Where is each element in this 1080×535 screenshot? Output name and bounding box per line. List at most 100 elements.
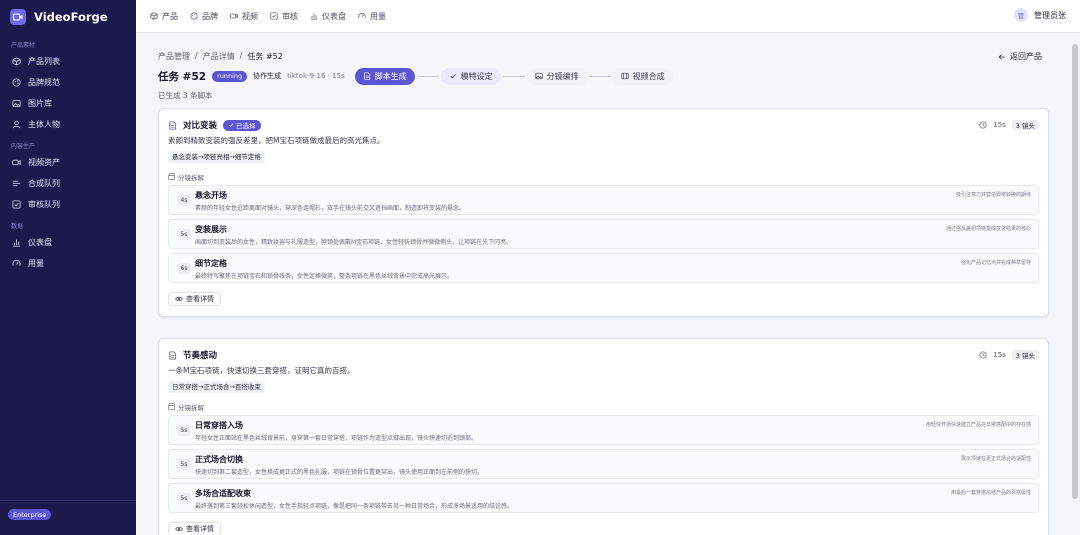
shot-description: 最终特写聚焦在项链宝石和锁骨线条，女性定格微笑，整条项链在黑色丝绒背景中完成高光… bbox=[195, 273, 454, 280]
gauge-icon bbox=[12, 260, 21, 266]
clock-icon bbox=[979, 351, 987, 359]
shot-title: 正式场合切换 bbox=[195, 455, 243, 464]
sidebar-item-video-assets[interactable]: 视频资产 bbox=[0, 152, 136, 173]
gauge-icon bbox=[358, 12, 366, 19]
breakdown-heading: 分镜拆解 bbox=[168, 172, 1039, 182]
box-icon bbox=[12, 57, 21, 66]
breakdown-label: 分镜拆解 bbox=[178, 403, 204, 412]
document-icon bbox=[363, 72, 370, 80]
sidebar-section-materials: 产品素材 产品列表 品牌规范 图片库 主体人物 bbox=[0, 40, 136, 135]
shot-title: 多场合适配收束 bbox=[195, 489, 251, 498]
sidebar-item-dashboard[interactable]: 仪表盘 bbox=[0, 232, 136, 253]
sidebar-item-label: 用量 bbox=[28, 259, 44, 268]
shot-item[interactable]: 5s 日常穿搭入场 年轻女性正面站在黑色丝绒背景前，身穿第一套日常穿搭，项链作为… bbox=[168, 415, 1039, 445]
box-icon bbox=[150, 12, 158, 20]
script-duration: 15s bbox=[993, 351, 1006, 359]
topnav-video[interactable]: 视频 bbox=[230, 11, 258, 22]
sidebar: VideoForge 产品素材 产品列表 品牌规范 图片库 主体人物 内容生产 … bbox=[0, 0, 136, 535]
topnav-usage[interactable]: 用量 bbox=[358, 11, 386, 22]
shot-purpose: 用轻快开场快速建立产品在日常搭配中的存在感 bbox=[925, 422, 1031, 428]
bar-chart-icon bbox=[310, 13, 318, 20]
step-label: 脚本生成 bbox=[374, 71, 407, 81]
shot-item[interactable]: 5s 正式场合切换 快速切到第二套造型，女性换成更正式的黑色礼服，项链在锁骨位置… bbox=[168, 449, 1039, 479]
shot-description: 快速切到第二套造型，女性换成更正式的黑色礼服，项链在锁骨位置更突出，镜头使用正面… bbox=[195, 469, 484, 476]
step-video-compose[interactable]: 视频合成 bbox=[612, 67, 673, 85]
card-meta: 15s 3 镜头 bbox=[979, 120, 1039, 130]
step-progress: 脚本生成 模特设定 分镜编排 视频合成 bbox=[354, 67, 673, 85]
card-meta: 15s 3 镜头 bbox=[979, 350, 1039, 360]
step-connector bbox=[502, 75, 525, 77]
shot-item[interactable]: 4s 悬念开场 素颜的年轻女性近距离面对镜头，穿深色连帽衫，双手在镜头前交叉遮挡… bbox=[168, 185, 1039, 215]
script-flow-tag: 日常穿搭→正式场合→百搭收束 bbox=[168, 381, 265, 393]
topnav-products[interactable]: 产品 bbox=[150, 11, 178, 22]
sidebar-item-compose-queue[interactable]: 合成队列 bbox=[0, 173, 136, 194]
topnav-label: 审核 bbox=[282, 11, 298, 21]
shot-duration: 5s bbox=[177, 493, 191, 504]
sidebar-section-title: 数据 bbox=[11, 223, 24, 230]
sidebar-section-data: 数据 仪表盘 用量 bbox=[0, 221, 136, 274]
shot-purpose: 吸引注意力并营造即将转换的期待 bbox=[955, 192, 1031, 198]
breadcrumb-current: 任务 #52 bbox=[247, 52, 283, 61]
script-card[interactable]: 对比变装 已选择 15s 3 镜头 素颜到精致变装的强反差里，把M宝石项链做成最… bbox=[158, 108, 1049, 317]
back-to-product-link[interactable]: 返回产品 bbox=[998, 51, 1042, 62]
app-name: VideoForge bbox=[34, 10, 108, 24]
image-icon bbox=[535, 72, 543, 80]
topnav-label: 产品 bbox=[162, 11, 178, 21]
main-content: 产品管理 / 产品详情 / 任务 #52 返回产品 任务 #52 running… bbox=[136, 34, 1070, 535]
step-label: 视频合成 bbox=[632, 71, 665, 81]
user-menu[interactable]: 管 管理员张 bbox=[1014, 8, 1066, 22]
step-connector bbox=[416, 75, 439, 77]
breadcrumb-item[interactable]: 产品详情 bbox=[203, 51, 235, 62]
shot-item[interactable]: 5s 变装展示 画面切到变装后的女性，精致妆容与礼服造型，脖颈处佩戴M宝石项链，… bbox=[168, 219, 1039, 249]
shot-purpose: 通过强反差把项链变成变装结果的核心 bbox=[945, 226, 1031, 232]
shot-description: 最终落到第三套轻松休闲造型，女性手指轻点项链，像是把同一条项链带去另一种日常场合… bbox=[195, 503, 514, 510]
topnav-label: 用量 bbox=[370, 11, 386, 21]
brand[interactable]: VideoForge bbox=[0, 0, 136, 34]
user-name: 管理员张 bbox=[1034, 10, 1066, 20]
step-storyboard[interactable]: 分镜编排 bbox=[526, 67, 587, 85]
sidebar-item-products[interactable]: 产品列表 bbox=[0, 51, 136, 72]
topnav-dashboard[interactable]: 仪表盘 bbox=[310, 11, 346, 22]
breadcrumb: 产品管理 / 产品详情 / 任务 #52 bbox=[158, 51, 283, 62]
arrow-left-icon bbox=[998, 53, 1005, 60]
shot-item[interactable]: 6s 细节定格 最终特写聚焦在项链宝石和锁骨线条，女性定格微笑，整条项链在黑色丝… bbox=[168, 253, 1039, 283]
topnav-label: 视频 bbox=[242, 11, 258, 21]
scrollbar-thumb[interactable] bbox=[1072, 44, 1078, 499]
script-flow-tag: 悬念变装→项链亮相→细节定格 bbox=[168, 151, 265, 163]
shot-item[interactable]: 5s 多场合适配收束 最终落到第三套轻松休闲造型，女性手指轻点项链，像是把同一条… bbox=[168, 483, 1039, 513]
breadcrumb-separator: / bbox=[239, 51, 243, 60]
eye-icon bbox=[175, 296, 183, 302]
step-model-setup[interactable]: 模特设定 bbox=[440, 67, 501, 85]
breakdown-label: 分镜拆解 bbox=[178, 173, 204, 182]
step-script-generation[interactable]: 脚本生成 bbox=[354, 67, 415, 85]
topnav-brand[interactable]: 品牌 bbox=[190, 11, 218, 22]
breadcrumb-separator: / bbox=[195, 51, 198, 60]
selected-label: 已选择 bbox=[236, 122, 256, 130]
topnav-review[interactable]: 审核 bbox=[270, 11, 298, 22]
sidebar-item-label: 产品列表 bbox=[28, 57, 60, 66]
sidebar-item-image-library[interactable]: 图片库 bbox=[0, 93, 136, 114]
script-card[interactable]: 节奏感动 15s 3 镜头 一条M宝石项链，快速切换三套穿搭，证明它真的百搭。 … bbox=[158, 338, 1049, 535]
view-detail-button[interactable]: 查看详情 bbox=[168, 292, 221, 306]
sidebar-item-usage[interactable]: 用量 bbox=[0, 253, 136, 274]
shot-title: 变装展示 bbox=[195, 225, 227, 234]
clapperboard-icon bbox=[168, 173, 175, 180]
selected-badge: 已选择 bbox=[223, 119, 261, 131]
sidebar-item-label: 合成队列 bbox=[28, 179, 60, 188]
task-title: 任务 #52 bbox=[158, 70, 207, 83]
shot-duration: 4s bbox=[177, 195, 191, 206]
script-title: 对比变装 bbox=[183, 121, 218, 131]
sidebar-item-brand-guide[interactable]: 品牌规范 bbox=[0, 72, 136, 93]
view-detail-button[interactable]: 查看详情 bbox=[168, 522, 221, 535]
status-badge: running bbox=[212, 70, 248, 82]
sidebar-item-label: 图片库 bbox=[28, 99, 52, 108]
sidebar-item-review-queue[interactable]: 审核队列 bbox=[0, 194, 136, 215]
sidebar-item-subjects[interactable]: 主体人物 bbox=[0, 114, 136, 135]
video-camera-icon bbox=[10, 9, 26, 25]
shot-purpose: 展示项链在更正式场合的适配性 bbox=[960, 456, 1031, 462]
generated-count: 已生成 3 条脚本 bbox=[158, 91, 213, 100]
breadcrumb-item[interactable]: 产品管理 bbox=[158, 51, 190, 62]
check-square-icon bbox=[12, 200, 21, 209]
eye-icon bbox=[175, 526, 183, 532]
sidebar-item-label: 审核队列 bbox=[28, 200, 60, 209]
